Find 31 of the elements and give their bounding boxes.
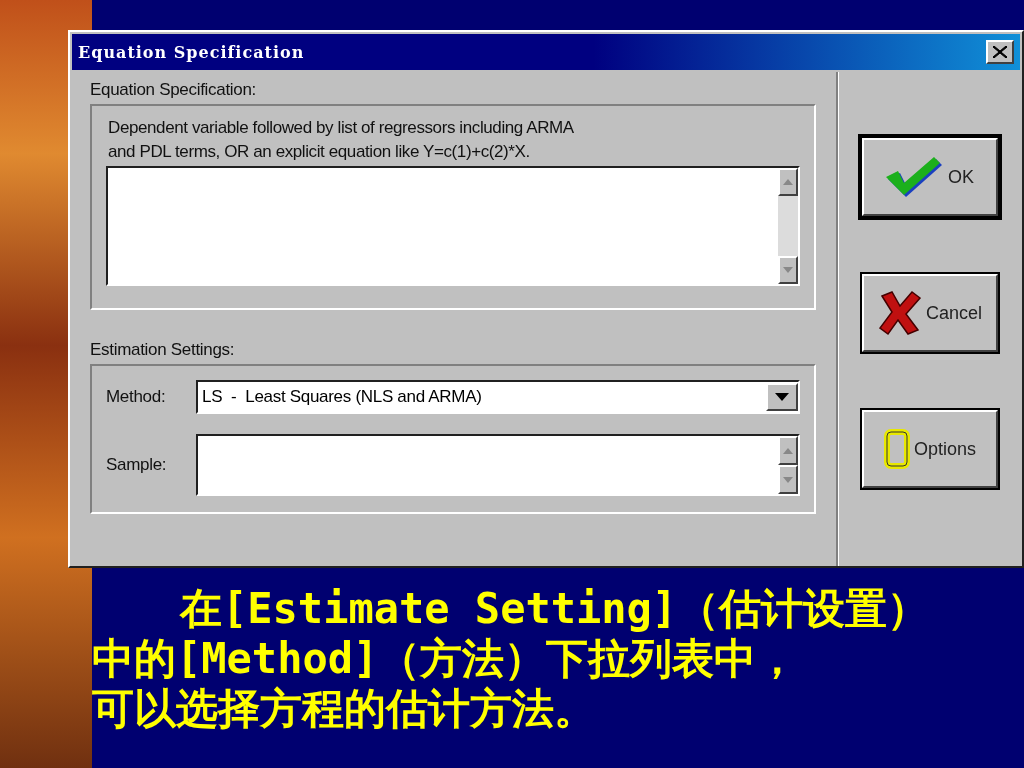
up-arrow-icon [783,179,793,185]
caption-line: 中的[Method]（方法）下拉列表中， [92,634,799,684]
x-icon [878,290,922,336]
up-arrow-icon [783,447,793,454]
field-label: Method: [106,387,167,407]
scrollbar[interactable] [778,436,798,494]
field-label: Sample: [106,455,168,475]
close-icon [993,46,1007,58]
scroll-up-button[interactable] [778,436,798,465]
down-arrow-icon [783,267,793,273]
group-label: Equation Specification: [90,80,258,100]
group-label: Estimation Settings: [90,340,236,360]
sample-input-field[interactable] [196,434,800,496]
scroll-up-button[interactable] [778,168,798,196]
equation-input-field[interactable] [106,166,800,286]
checkmark-icon [886,155,944,199]
scrollbar[interactable] [778,168,798,284]
down-arrow-icon [783,476,793,483]
options-button[interactable]: Options [862,410,998,488]
instructions-text: Dependent variable followed by list of regressors including ARMA and PDL terms, OR an explicit equation like Y=c(1)+c(2)*X. [108,117,575,163]
dropdown-button[interactable] [766,383,798,411]
scroll-down-button[interactable] [778,465,798,494]
caption-line: 在[Estimate Setting]（估计设置） [180,584,930,634]
scroll-down-button[interactable] [778,256,798,284]
cancel-button[interactable]: Cancel [862,274,998,352]
caption-line: 可以选择方程的估计方法。 [92,684,596,734]
o-shape-icon [883,429,910,469]
method-dropdown[interactable]: LS - Least Squares (NLS and ARMA) [196,380,800,414]
window-title: Equation Specification [78,42,305,62]
down-arrow-icon [775,393,789,401]
close-button[interactable] [986,40,1014,64]
